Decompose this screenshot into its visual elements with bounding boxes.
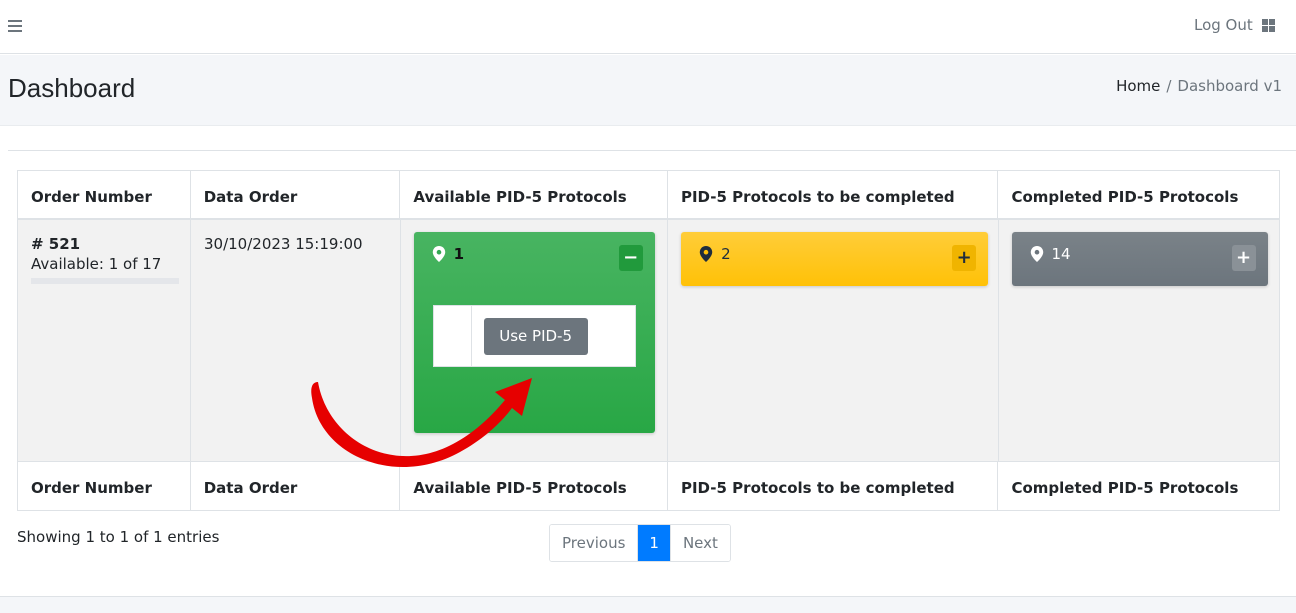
top-navbar: Log Out	[0, 0, 1296, 54]
divider	[8, 150, 1296, 151]
column-header[interactable]: Data Order	[191, 171, 401, 218]
expand-button[interactable]: +	[1231, 245, 1256, 271]
breadcrumb: Home / Dashboard v1	[1116, 77, 1282, 95]
column-footer: Order Number	[18, 462, 191, 510]
table-info: Showing 1 to 1 of 1 entries	[17, 528, 220, 546]
inner-divider	[470, 306, 472, 366]
completed-count: 14	[1051, 245, 1071, 263]
to-complete-protocols-card: 2 +	[681, 232, 989, 286]
collapse-button[interactable]: −	[618, 245, 643, 271]
breadcrumb-separator: /	[1166, 77, 1172, 95]
use-pid5-button[interactable]: Use PID-5	[483, 318, 588, 355]
pagination-previous[interactable]: Previous	[550, 525, 639, 561]
map-marker-icon	[1030, 246, 1043, 262]
pagination: Previous 1 Next	[549, 524, 731, 562]
footer-bar	[0, 596, 1296, 613]
card-title: 2	[699, 245, 731, 263]
map-marker-icon	[699, 246, 713, 262]
available-protocols-cell: 1 − Use PID-5	[401, 220, 669, 461]
expand-button[interactable]: +	[952, 245, 977, 271]
orders-table: Order Number Data Order Available PID-5 …	[17, 170, 1280, 511]
column-footer: Completed PID-5 Protocols	[1011, 479, 1239, 497]
breadcrumb-active: Dashboard v1	[1177, 77, 1282, 95]
table-footer-row: Order Number Data Order Available PID-5 …	[18, 461, 1279, 510]
order-number: # 521	[31, 235, 81, 253]
hamburger-icon[interactable]	[8, 20, 22, 32]
column-header[interactable]: Completed PID-5 Protocols	[998, 171, 1279, 218]
data-order-cell: 30/10/2023 15:19:00	[191, 220, 401, 461]
column-footer: Available PID-5 Protocols	[400, 462, 668, 510]
to-complete-count: 2	[721, 245, 731, 263]
column-header[interactable]: Order Number	[18, 171, 191, 218]
completed-protocols-card: 14 +	[1011, 232, 1268, 286]
data-order-value: 30/10/2023 15:19:00	[204, 235, 363, 253]
order-availability: Available: 1 of 17	[31, 255, 162, 273]
logout-link[interactable]: Log Out	[1194, 16, 1253, 34]
pagination-page-1[interactable]: 1	[638, 525, 671, 561]
available-protocols-card: 1 − Use PID-5	[413, 232, 655, 433]
completed-protocols-cell: 14 +	[999, 220, 1279, 461]
column-header[interactable]: Available PID-5 Protocols	[400, 171, 668, 218]
table-header-row: Order Number Data Order Available PID-5 …	[18, 171, 1279, 220]
map-marker-icon	[432, 246, 445, 262]
table-row: # 521 Available: 1 of 17 30/10/2023 15:1…	[18, 220, 1279, 461]
card-title: 14	[1030, 245, 1071, 263]
column-footer: PID-5 Protocols to be completed	[668, 462, 999, 510]
page-title: Dashboard	[8, 73, 136, 103]
content-header: Dashboard Home / Dashboard v1	[0, 55, 1296, 126]
column-footer: Data Order	[191, 462, 401, 510]
available-count: 1	[453, 245, 465, 263]
card-title: 1	[432, 245, 464, 263]
column-header[interactable]: PID-5 Protocols to be completed	[668, 171, 999, 218]
availability-progress	[31, 278, 179, 284]
to-complete-protocols-cell: 2 +	[668, 220, 999, 461]
grid-icon[interactable]	[1262, 19, 1275, 32]
order-number-cell: # 521 Available: 1 of 17	[18, 220, 191, 461]
protocol-list-box: Use PID-5	[432, 305, 636, 367]
pagination-next[interactable]: Next	[670, 525, 730, 561]
breadcrumb-home[interactable]: Home	[1116, 77, 1160, 95]
